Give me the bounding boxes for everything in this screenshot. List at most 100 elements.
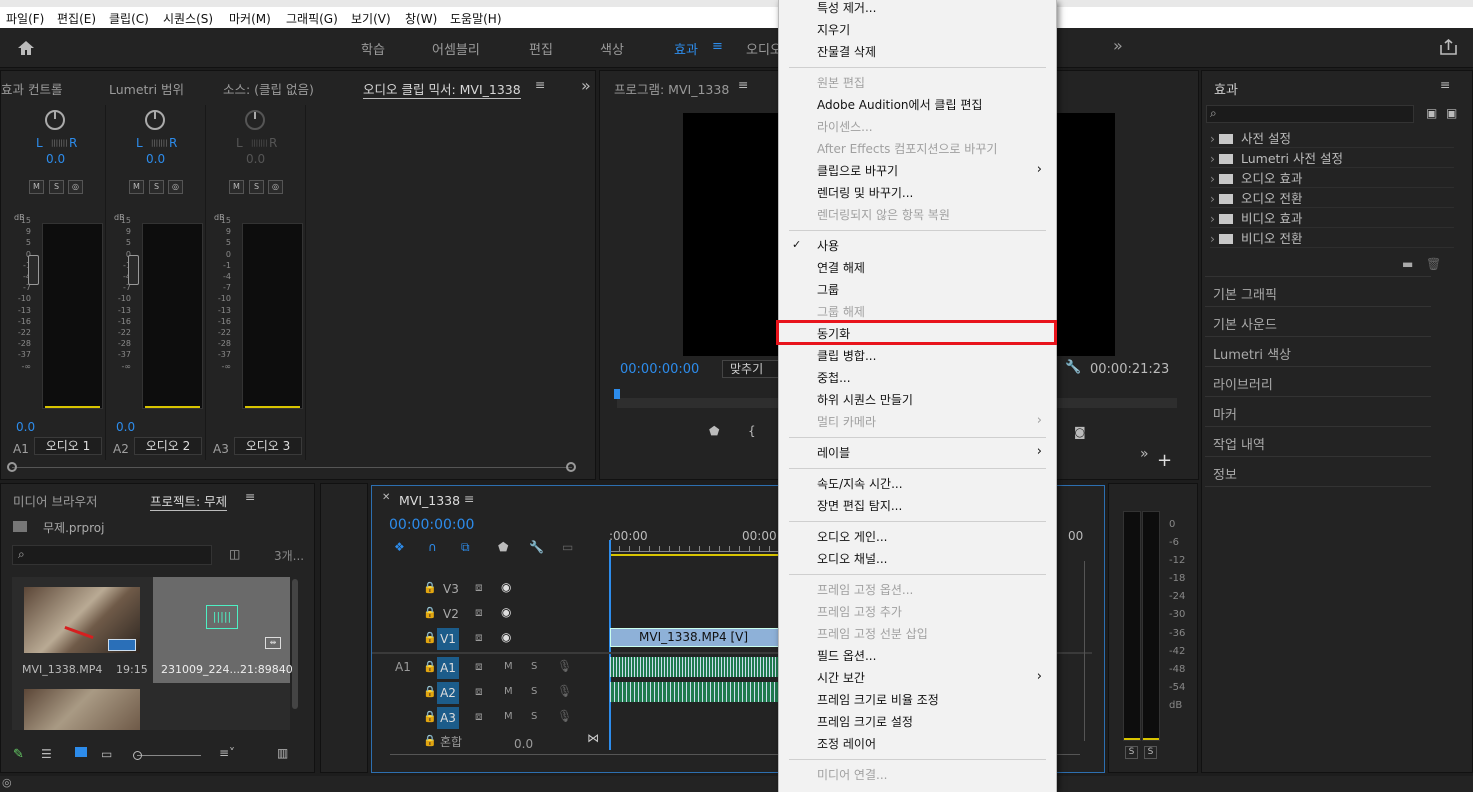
sync-lock-icon[interactable]: ⧈ xyxy=(475,684,483,699)
mix-value[interactable]: 0.0 xyxy=(514,737,533,751)
sync-lock-icon[interactable]: ⧈ xyxy=(475,605,483,620)
solo-track-button[interactable]: S xyxy=(531,711,537,722)
camera-icon[interactable]: ◙ xyxy=(1074,425,1086,439)
solo-left-button[interactable]: S xyxy=(1125,746,1138,759)
audio-clip-a1[interactable] xyxy=(610,657,780,677)
lock-icon[interactable]: 🔒 xyxy=(423,606,437,619)
new-folder-icon[interactable]: ▬ xyxy=(1402,257,1413,271)
panel-info[interactable]: 정보 xyxy=(1213,464,1237,483)
pan-knob[interactable] xyxy=(45,110,65,130)
menu-graphics[interactable]: 그래픽(G) xyxy=(286,10,338,27)
panel-essential-graphics[interactable]: 기본 그래픽 xyxy=(1213,284,1277,303)
lock-icon[interactable]: 🔒 xyxy=(423,734,437,747)
timeline-menu-icon[interactable]: ≡ xyxy=(464,491,474,506)
timeline-tab[interactable]: MVI_1338 xyxy=(399,493,460,508)
add-marker-icon[interactable]: ⬟ xyxy=(498,540,508,554)
menu-clip[interactable]: 클립(C) xyxy=(109,10,149,27)
effects-item[interactable]: › 비디오 전환 xyxy=(1210,228,1454,248)
menu-item-unlink[interactable]: 연결 해제 xyxy=(817,259,865,276)
record-button[interactable]: ◎ xyxy=(268,180,283,194)
solo-right-button[interactable]: S xyxy=(1144,746,1157,759)
tab-media-browser[interactable]: 미디어 브라우저 xyxy=(13,491,97,510)
menu-item-speed-duration[interactable]: 속도/지속 시간... xyxy=(817,475,903,492)
delete-icon[interactable]: 🗑 xyxy=(1426,257,1441,271)
menu-edit[interactable]: 편집(E) xyxy=(57,10,96,27)
menu-item-field-options[interactable]: 필드 옵션... xyxy=(817,647,876,664)
share-icon[interactable] xyxy=(1440,39,1457,55)
menu-file[interactable]: 파일(F) xyxy=(6,10,44,27)
panel-menu-icon[interactable]: ≡ xyxy=(535,77,545,92)
eye-icon[interactable]: ◉ xyxy=(501,605,511,619)
source-patch[interactable]: A1 xyxy=(395,660,411,674)
eye-icon[interactable]: ◉ xyxy=(501,630,511,644)
menu-item-clear[interactable]: 지우기 xyxy=(817,21,850,38)
lock-icon[interactable]: 🔒 xyxy=(423,710,437,723)
pan-value[interactable]: 0.0 xyxy=(246,152,265,166)
track-target[interactable]: A3 xyxy=(437,707,459,729)
menu-item-enable[interactable]: 사용 xyxy=(817,237,839,254)
volume-value[interactable]: 0.0 xyxy=(116,420,135,434)
pan-value[interactable]: 0.0 xyxy=(146,152,165,166)
volume-fader[interactable] xyxy=(128,255,139,285)
32bit-effects-icon[interactable]: ▣ xyxy=(1446,106,1457,120)
workspace-assembly[interactable]: 어셈블리 xyxy=(432,39,480,58)
menu-item-time-interpolation[interactable]: 시간 보간 xyxy=(817,669,865,686)
timeline-settings-icon[interactable]: 🔧 xyxy=(529,540,544,554)
menu-view[interactable]: 보기(V) xyxy=(351,10,391,27)
zoom-slider[interactable] xyxy=(137,755,201,756)
accelerated-effects-icon[interactable]: ▣ xyxy=(1426,106,1437,120)
menu-item-set-to-frame[interactable]: 프레임 크기로 설정 xyxy=(817,713,913,730)
mixer-scrollbar[interactable] xyxy=(12,467,572,468)
menu-window[interactable]: 창(W) xyxy=(405,10,437,27)
solo-button[interactable]: S xyxy=(49,180,64,194)
menu-item-audio-channels[interactable]: 오디오 채널... xyxy=(817,550,887,567)
solo-button[interactable]: S xyxy=(149,180,164,194)
menu-item-make-subsequence[interactable]: 하위 시퀀스 만들기 xyxy=(817,391,913,408)
program-timecode[interactable]: 00:00:00:00 xyxy=(620,362,699,377)
menu-item-ripple-delete[interactable]: 잔물결 삭제 xyxy=(817,43,876,60)
mix-end-icon[interactable]: ⋈ xyxy=(587,731,599,745)
effects-item[interactable]: › 오디오 전환 xyxy=(1210,188,1454,208)
marker-icon[interactable]: ⬟ xyxy=(709,424,719,438)
workspace-more[interactable]: » xyxy=(1113,36,1123,55)
mute-track-button[interactable]: M xyxy=(504,686,513,697)
mic-icon[interactable]: 🎙 xyxy=(557,709,572,723)
effects-search-input[interactable]: ⌕ xyxy=(1206,105,1414,123)
project-menu-icon[interactable]: ≡ xyxy=(245,489,255,504)
menu-sequence[interactable]: 시퀀스(S) xyxy=(163,10,213,27)
tab-lumetri-scopes[interactable]: Lumetri 범위 xyxy=(109,79,184,98)
menu-item-synchronize[interactable]: 동기화 xyxy=(817,325,850,342)
workspace-color[interactable]: 색상 xyxy=(600,39,624,58)
project-scrollbar[interactable] xyxy=(292,579,298,709)
track-target[interactable]: A1 xyxy=(437,657,459,679)
effects-item[interactable]: › 비디오 효과 xyxy=(1210,208,1454,228)
mute-track-button[interactable]: M xyxy=(504,661,513,672)
panel-markers[interactable]: 마커 xyxy=(1213,404,1237,423)
add-button-icon[interactable]: + xyxy=(1157,450,1172,471)
pan-knob[interactable] xyxy=(145,110,165,130)
pencil-icon[interactable]: ✎ xyxy=(13,747,24,762)
work-area-bar[interactable] xyxy=(609,554,779,556)
mark-in-icon[interactable]: { xyxy=(748,424,756,438)
panel-lumetri-color[interactable]: Lumetri 색상 xyxy=(1213,344,1291,363)
home-icon[interactable] xyxy=(17,40,35,56)
playhead[interactable] xyxy=(614,389,620,399)
workspace-audio[interactable]: 오디오 xyxy=(746,39,782,58)
menu-item-render-and-replace[interactable]: 렌더링 및 바꾸기... xyxy=(817,184,913,201)
timeline-vscroll[interactable] xyxy=(1084,561,1085,741)
close-tab-icon[interactable]: ✕ xyxy=(382,492,390,503)
nest-icon[interactable]: ❖ xyxy=(394,540,405,554)
volume-value[interactable]: 0.0 xyxy=(16,420,35,434)
menu-item-scale-to-frame[interactable]: 프레임 크기로 비율 조정 xyxy=(817,691,939,708)
sync-lock-icon[interactable]: ⧈ xyxy=(475,580,483,595)
tab-source[interactable]: 소스: (클립 없음) xyxy=(223,79,314,98)
track-label[interactable]: V2 xyxy=(443,607,459,621)
effects-item[interactable]: › 오디오 효과 xyxy=(1210,168,1454,188)
program-more-icon[interactable]: » xyxy=(1140,446,1149,462)
program-title[interactable]: 프로그램: MVI_1338 xyxy=(614,79,729,98)
solo-button[interactable]: S xyxy=(249,180,264,194)
panel-history[interactable]: 작업 내역 xyxy=(1213,434,1265,453)
workspace-learn[interactable]: 학습 xyxy=(361,39,385,58)
icon-view-icon[interactable] xyxy=(75,747,87,757)
lock-icon[interactable]: 🔒 xyxy=(423,631,437,644)
